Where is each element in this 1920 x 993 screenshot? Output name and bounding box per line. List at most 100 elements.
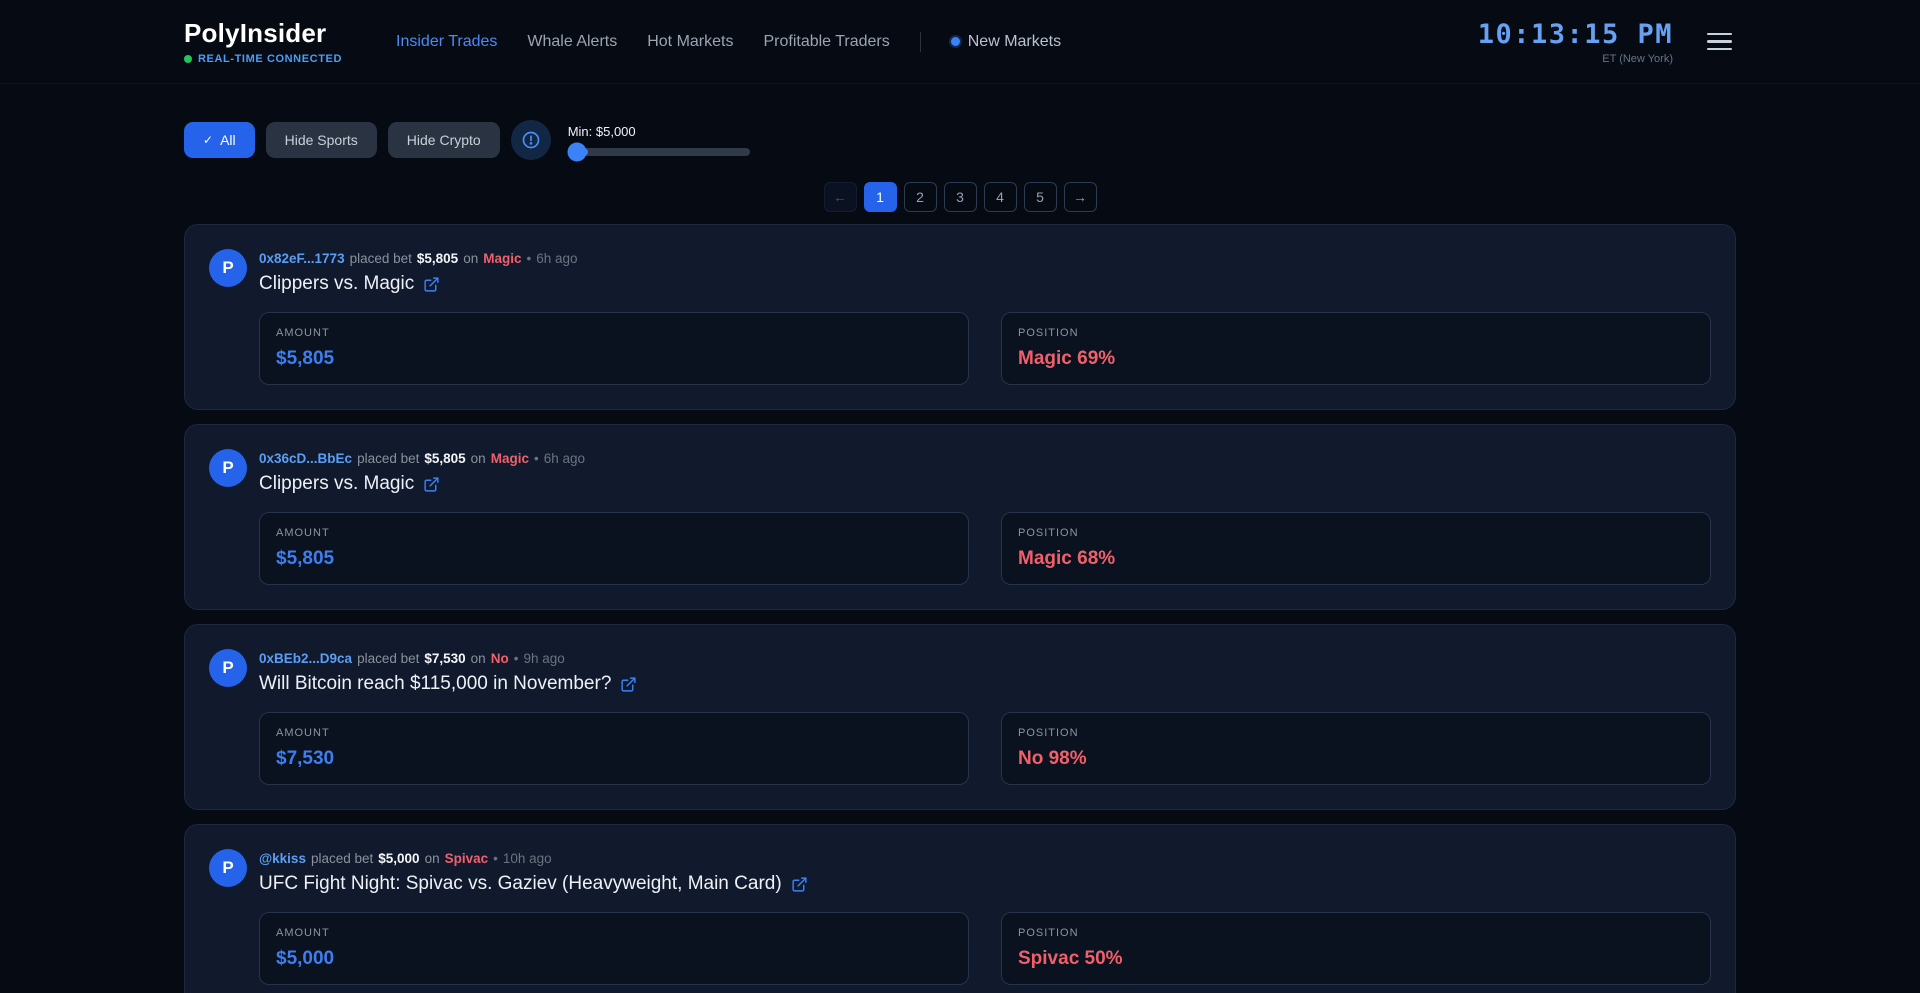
trade-time: 9h ago bbox=[523, 651, 564, 666]
main-nav: Insider Trades Whale Alerts Hot Markets … bbox=[396, 32, 1061, 52]
position-label: POSITION bbox=[1018, 927, 1694, 939]
market-title: Clippers vs. Magic bbox=[259, 473, 414, 495]
position-box: POSITION Magic 69% bbox=[1001, 312, 1711, 385]
market-title: Clippers vs. Magic bbox=[259, 273, 414, 295]
trade-card: P @kkiss placed bet $5,000 on Spivac • 1… bbox=[184, 824, 1736, 993]
position-label: POSITION bbox=[1018, 327, 1694, 339]
avatar: P bbox=[209, 249, 247, 287]
slider-thumb[interactable] bbox=[567, 143, 586, 162]
trader-link[interactable]: 0x36cD...BbEc bbox=[259, 451, 352, 466]
next-page-button[interactable]: → bbox=[1064, 182, 1097, 212]
info-button[interactable] bbox=[511, 120, 551, 160]
amount-value: $5,805 bbox=[276, 348, 952, 370]
logo-text: PolyInsider bbox=[184, 18, 342, 49]
trade-time: 6h ago bbox=[544, 451, 585, 466]
page-button-2[interactable]: 2 bbox=[904, 182, 937, 212]
bet-amount: $5,805 bbox=[424, 451, 465, 466]
filter-bar: ✓ All Hide Sports Hide Crypto Min: $5,00… bbox=[184, 120, 1736, 160]
amount-box: AMOUNT $7,530 bbox=[259, 712, 969, 785]
on-text: on bbox=[425, 851, 440, 866]
trade-time: 6h ago bbox=[536, 251, 577, 266]
logo[interactable]: PolyInsider REAL-TIME CONNECTED bbox=[184, 18, 342, 65]
amount-value: $5,805 bbox=[276, 548, 952, 570]
clock-timezone: ET (New York) bbox=[1602, 53, 1673, 65]
prev-page-button[interactable]: ← bbox=[824, 182, 857, 212]
nav-profitable-traders[interactable]: Profitable Traders bbox=[763, 33, 889, 51]
page-button-1[interactable]: 1 bbox=[864, 182, 897, 212]
page-button-3[interactable]: 3 bbox=[944, 182, 977, 212]
app-header: PolyInsider REAL-TIME CONNECTED Insider … bbox=[0, 0, 1920, 84]
bet-amount: $5,000 bbox=[378, 851, 419, 866]
pagination: ← 1 2 3 4 5 → bbox=[184, 182, 1736, 212]
position-label: POSITION bbox=[1018, 727, 1694, 739]
external-link-icon[interactable] bbox=[423, 276, 440, 293]
trade-time: 10h ago bbox=[503, 851, 552, 866]
page-button-4[interactable]: 4 bbox=[984, 182, 1017, 212]
outcome-text: No bbox=[491, 651, 509, 666]
on-text: on bbox=[471, 451, 486, 466]
trader-link[interactable]: @kkiss bbox=[259, 851, 306, 866]
position-label: POSITION bbox=[1018, 527, 1694, 539]
clock-time: 10:13:15 PM bbox=[1478, 19, 1673, 50]
menu-icon[interactable] bbox=[1703, 29, 1736, 55]
nav-insider-trades[interactable]: Insider Trades bbox=[396, 33, 497, 51]
avatar: P bbox=[209, 449, 247, 487]
action-text: placed bet bbox=[357, 651, 419, 666]
main-content: ✓ All Hide Sports Hide Crypto Min: $5,00… bbox=[184, 120, 1736, 993]
action-text: placed bet bbox=[311, 851, 373, 866]
on-text: on bbox=[463, 251, 478, 266]
trader-link[interactable]: 0xBEb2...D9ca bbox=[259, 651, 352, 666]
meta-separator: • bbox=[514, 651, 519, 666]
trade-list: P 0x82eF...1773 placed bet $5,805 on Mag… bbox=[184, 224, 1736, 993]
external-link-icon[interactable] bbox=[423, 476, 440, 493]
trade-card: P 0xBEb2...D9ca placed bet $7,530 on No … bbox=[184, 624, 1736, 810]
min-amount-slider[interactable] bbox=[568, 148, 750, 156]
action-text: placed bet bbox=[357, 451, 419, 466]
trade-meta: 0x36cD...BbEc placed bet $5,805 on Magic… bbox=[259, 449, 585, 466]
on-text: on bbox=[471, 651, 486, 666]
outcome-text: Magic bbox=[491, 451, 529, 466]
min-amount-label: Min: $5,000 bbox=[568, 124, 750, 139]
external-link-icon[interactable] bbox=[791, 876, 808, 893]
market-title: Will Bitcoin reach $115,000 in November? bbox=[259, 673, 611, 695]
trade-meta: 0xBEb2...D9ca placed bet $7,530 on No • … bbox=[259, 649, 637, 666]
market-title: UFC Fight Night: Spivac vs. Gaziev (Heav… bbox=[259, 873, 782, 895]
page-button-5[interactable]: 5 bbox=[1024, 182, 1057, 212]
clock: 10:13:15 PM ET (New York) bbox=[1478, 19, 1673, 65]
external-link-icon[interactable] bbox=[620, 676, 637, 693]
amount-box: AMOUNT $5,000 bbox=[259, 912, 969, 985]
trade-card: P 0x82eF...1773 placed bet $5,805 on Mag… bbox=[184, 224, 1736, 410]
connection-status: REAL-TIME CONNECTED bbox=[184, 53, 342, 65]
bet-amount: $7,530 bbox=[424, 651, 465, 666]
position-box: POSITION Spivac 50% bbox=[1001, 912, 1711, 985]
filter-all-button[interactable]: ✓ All bbox=[184, 122, 255, 158]
trade-meta: @kkiss placed bet $5,000 on Spivac • 10h… bbox=[259, 849, 808, 866]
bet-amount: $5,805 bbox=[417, 251, 458, 266]
position-value: No 98% bbox=[1018, 748, 1694, 770]
amount-box: AMOUNT $5,805 bbox=[259, 512, 969, 585]
amount-label: AMOUNT bbox=[276, 927, 952, 939]
filter-hide-sports-button[interactable]: Hide Sports bbox=[266, 122, 377, 158]
nav-whale-alerts[interactable]: Whale Alerts bbox=[527, 33, 617, 51]
trader-link[interactable]: 0x82eF...1773 bbox=[259, 251, 345, 266]
status-label: REAL-TIME CONNECTED bbox=[198, 53, 342, 65]
nav-divider bbox=[920, 32, 921, 52]
position-box: POSITION Magic 68% bbox=[1001, 512, 1711, 585]
trade-meta: 0x82eF...1773 placed bet $5,805 on Magic… bbox=[259, 249, 578, 266]
amount-value: $5,000 bbox=[276, 948, 952, 970]
avatar: P bbox=[209, 649, 247, 687]
meta-separator: • bbox=[526, 251, 531, 266]
nav-new-markets[interactable]: New Markets bbox=[951, 33, 1061, 51]
info-icon bbox=[521, 130, 541, 150]
outcome-text: Spivac bbox=[445, 851, 489, 866]
nav-hot-markets[interactable]: Hot Markets bbox=[647, 33, 733, 51]
filter-hide-crypto-button[interactable]: Hide Crypto bbox=[388, 122, 500, 158]
amount-value: $7,530 bbox=[276, 748, 952, 770]
position-box: POSITION No 98% bbox=[1001, 712, 1711, 785]
amount-label: AMOUNT bbox=[276, 727, 952, 739]
status-dot-icon bbox=[184, 55, 192, 63]
nav-new-markets-label: New Markets bbox=[968, 33, 1061, 51]
avatar: P bbox=[209, 849, 247, 887]
meta-separator: • bbox=[493, 851, 498, 866]
new-markets-dot-icon bbox=[951, 37, 960, 46]
